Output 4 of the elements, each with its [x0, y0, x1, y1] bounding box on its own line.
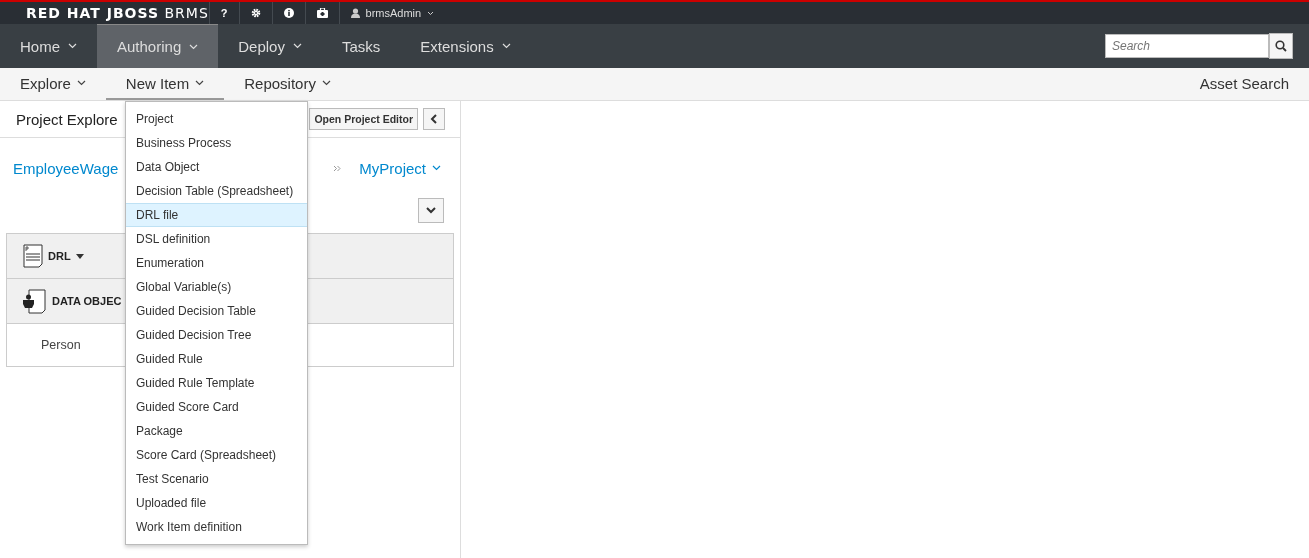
brand-logo: RED HAT JBOSS BRMS — [26, 5, 209, 21]
panel-title: Project Explore — [16, 110, 118, 128]
group-label: DRL — [48, 250, 71, 262]
group-label: DATA OBJEC — [52, 295, 122, 307]
